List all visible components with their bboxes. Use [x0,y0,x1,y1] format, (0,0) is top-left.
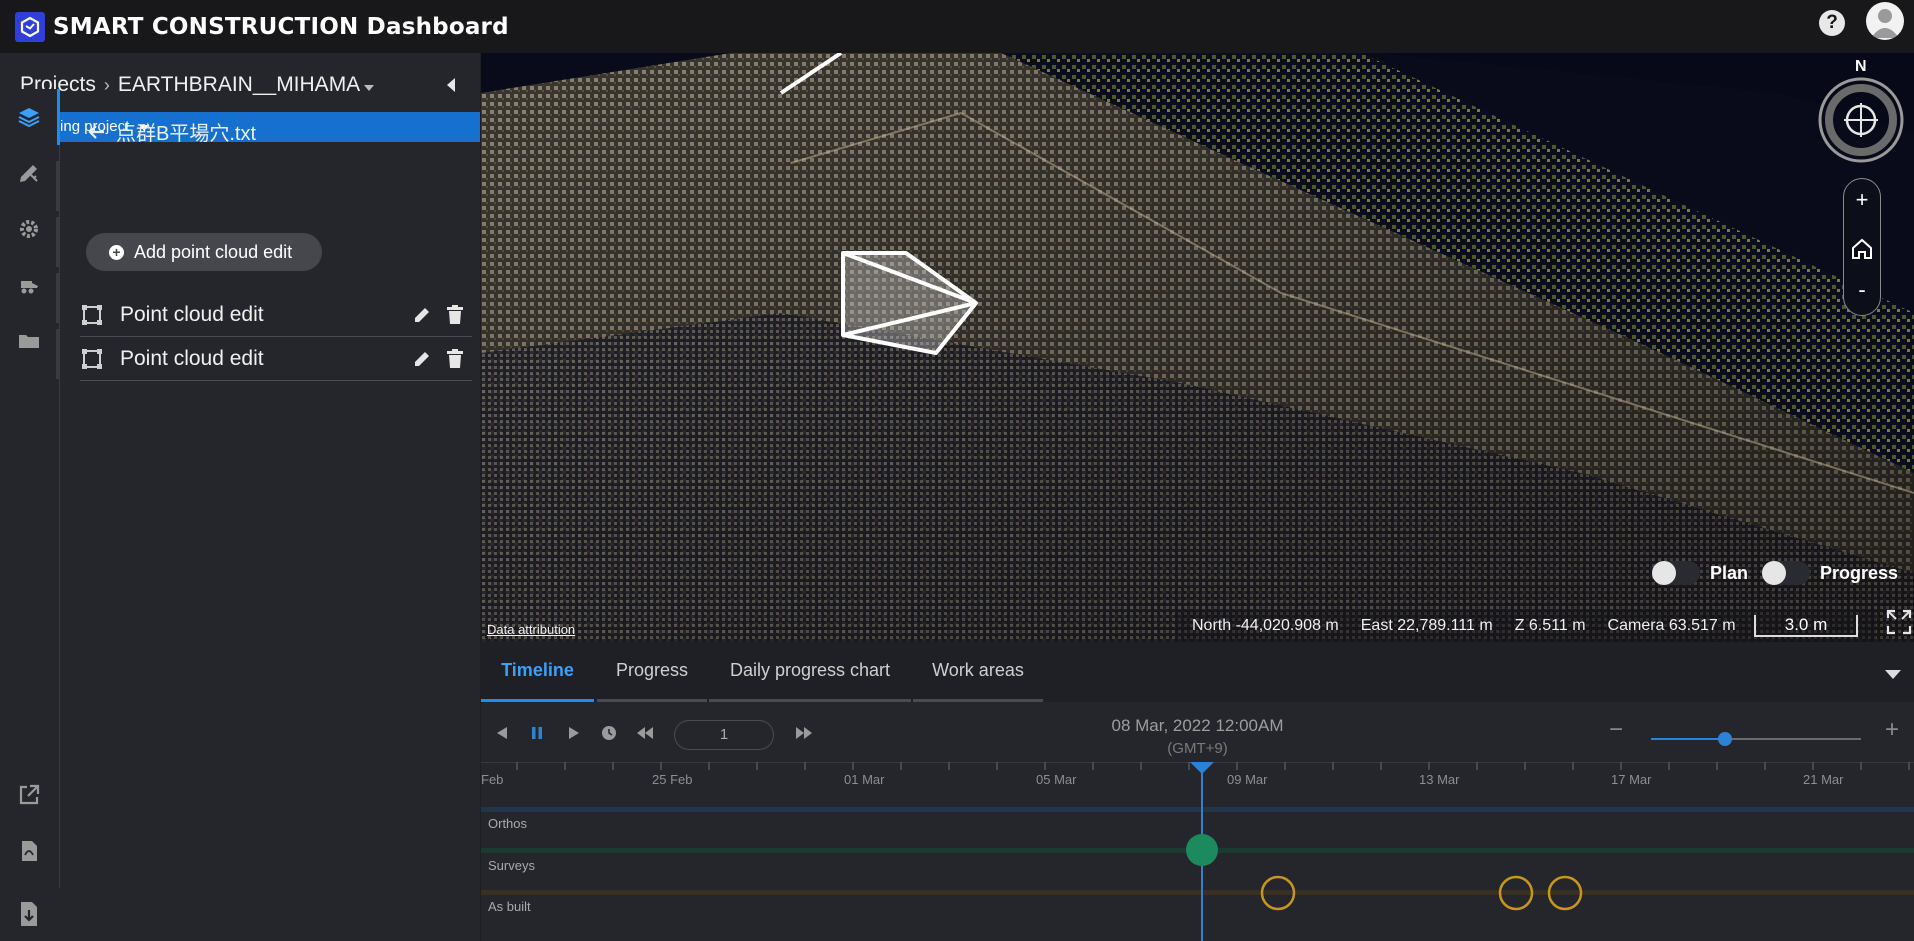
plus-circle-icon: + [109,244,124,260]
arrow-left-icon[interactable] [88,123,106,141]
slider-fill [1651,738,1725,740]
data-attribution-link[interactable]: Data attribution [487,622,575,637]
file-name: 点群B平場穴.txt [116,123,257,145]
timeline-tick: 17 Mar [1611,772,1652,787]
toggle-knob [1762,561,1786,585]
tab-timeline[interactable]: Timeline [481,642,594,702]
zoom-in-button[interactable]: + [1844,187,1880,213]
point-cloud-viewer[interactable] [481,53,1914,642]
rail-separator [56,329,59,379]
coord-camera: Camera 63.517 m [1607,617,1736,634]
pencil-icon[interactable] [412,305,432,325]
trash-icon[interactable] [446,349,464,369]
timeline-tick: 05 Mar [1036,772,1077,787]
progress-toggle-label: Progress [1820,562,1899,583]
toggle-knob [1652,561,1676,585]
list-item[interactable]: Point cloud edit [80,337,472,381]
edit-label: Point cloud edit [120,302,264,326]
timeline-tick: 09 Mar [1227,772,1268,787]
timeline-ruler-graphics [481,762,1914,941]
rail-separator [56,161,59,211]
timeline-tick: Feb [481,772,504,787]
question-circle-icon[interactable]: ? [1819,10,1845,36]
download-icon[interactable] [0,879,58,888]
fullscreen-icon[interactable] [1886,609,1912,635]
external-link-icon[interactable] [0,767,58,823]
timeline-track[interactable]: Feb 25 Feb 01 Mar 05 Mar 09 Mar 13 Mar 1… [481,762,1914,941]
tab-work-areas[interactable]: Work areas [913,642,1043,702]
plan-toggle[interactable]: Plan [1652,561,1748,585]
home-icon[interactable] [1844,231,1880,267]
map-zoom-controls: + - [1843,178,1881,316]
map-scale-bar: 3.0 m [1754,615,1858,637]
compass-icon[interactable] [1818,77,1904,163]
user-avatar-icon[interactable] [1866,2,1904,40]
playback-controls: 1 08 Mar, 2022 12:00AM (GMT+9) − + [481,702,1914,762]
folder-icon[interactable] [0,313,58,369]
coord-east: East 22,789.111 m [1360,617,1493,634]
design-tools-icon[interactable] [0,145,58,201]
pdf-icon[interactable] [0,823,58,879]
edit-label: Point cloud edit [120,346,264,370]
timeline-tick: 13 Mar [1419,772,1460,787]
list-item[interactable]: Point cloud edit [80,293,472,337]
layer-panel: 点群B平場穴.txt + Add point cloud edit Point … [60,89,480,888]
pencil-icon[interactable] [412,349,432,369]
download-icon[interactable] [16,900,42,928]
rail-separator [56,217,59,267]
timeline-zoom-slider[interactable] [1651,732,1861,746]
timeline-panel: Timeline Progress Daily progress chart W… [481,642,1914,941]
progress-switch[interactable] [1762,561,1810,585]
plan-toggle-label: Plan [1710,562,1749,583]
timeline-tabs: Timeline Progress Daily progress chart W… [481,642,1914,702]
plan-switch[interactable] [1652,561,1700,585]
timeline-zoom-in-button[interactable]: + [1885,716,1899,744]
tab-progress[interactable]: Progress [597,642,707,702]
polygon-edit-icon [82,304,102,325]
chevron-down-icon[interactable] [1885,670,1901,679]
gear-icon[interactable] [0,201,58,257]
progress-toggle[interactable]: Progress [1762,561,1898,585]
timeline-tick: 25 Feb [652,772,693,787]
nav-rail [0,89,60,888]
polygon-edit-icon [82,348,102,369]
machine-icon[interactable] [0,257,58,313]
slider-handle[interactable] [1717,732,1732,746]
add-point-cloud-edit-button[interactable]: + Add point cloud edit [86,233,322,271]
survey-marker [1186,834,1218,866]
current-date: 08 Mar, 2022 12:00AM [1111,716,1284,735]
app-title: SMART CONSTRUCTION Dashboard [53,13,509,40]
row-label-orthos: Orthos [488,816,528,831]
row-label-surveys: Surveys [488,858,535,873]
row-label-as-built: As built [488,899,531,914]
file-header: 点群B平場穴.txt [88,117,256,146]
current-timezone: (GMT+9) [1167,740,1228,757]
zoom-out-button[interactable]: - [1844,277,1880,303]
layers-icon[interactable] [0,89,60,145]
rail-separator [56,273,59,323]
timeline-tick: 21 Mar [1803,772,1844,787]
add-button-label: Add point cloud edit [134,241,293,262]
coord-z: Z 6.511 m [1514,617,1586,634]
timeline-tick: 01 Mar [844,772,885,787]
point-cloud-render [481,53,1914,642]
tab-daily-progress-chart[interactable]: Daily progress chart [709,642,911,702]
timeline-zoom-out-button[interactable]: − [1609,716,1623,744]
compass-north-label: N [1855,58,1867,75]
coord-north: North -44,020.908 m [1192,617,1339,634]
top-bar: SMART CONSTRUCTION Dashboard ? [0,0,1914,53]
trash-icon[interactable] [446,305,464,325]
playhead-marker [1190,762,1214,774]
smart-construction-logo-icon [15,11,45,42]
